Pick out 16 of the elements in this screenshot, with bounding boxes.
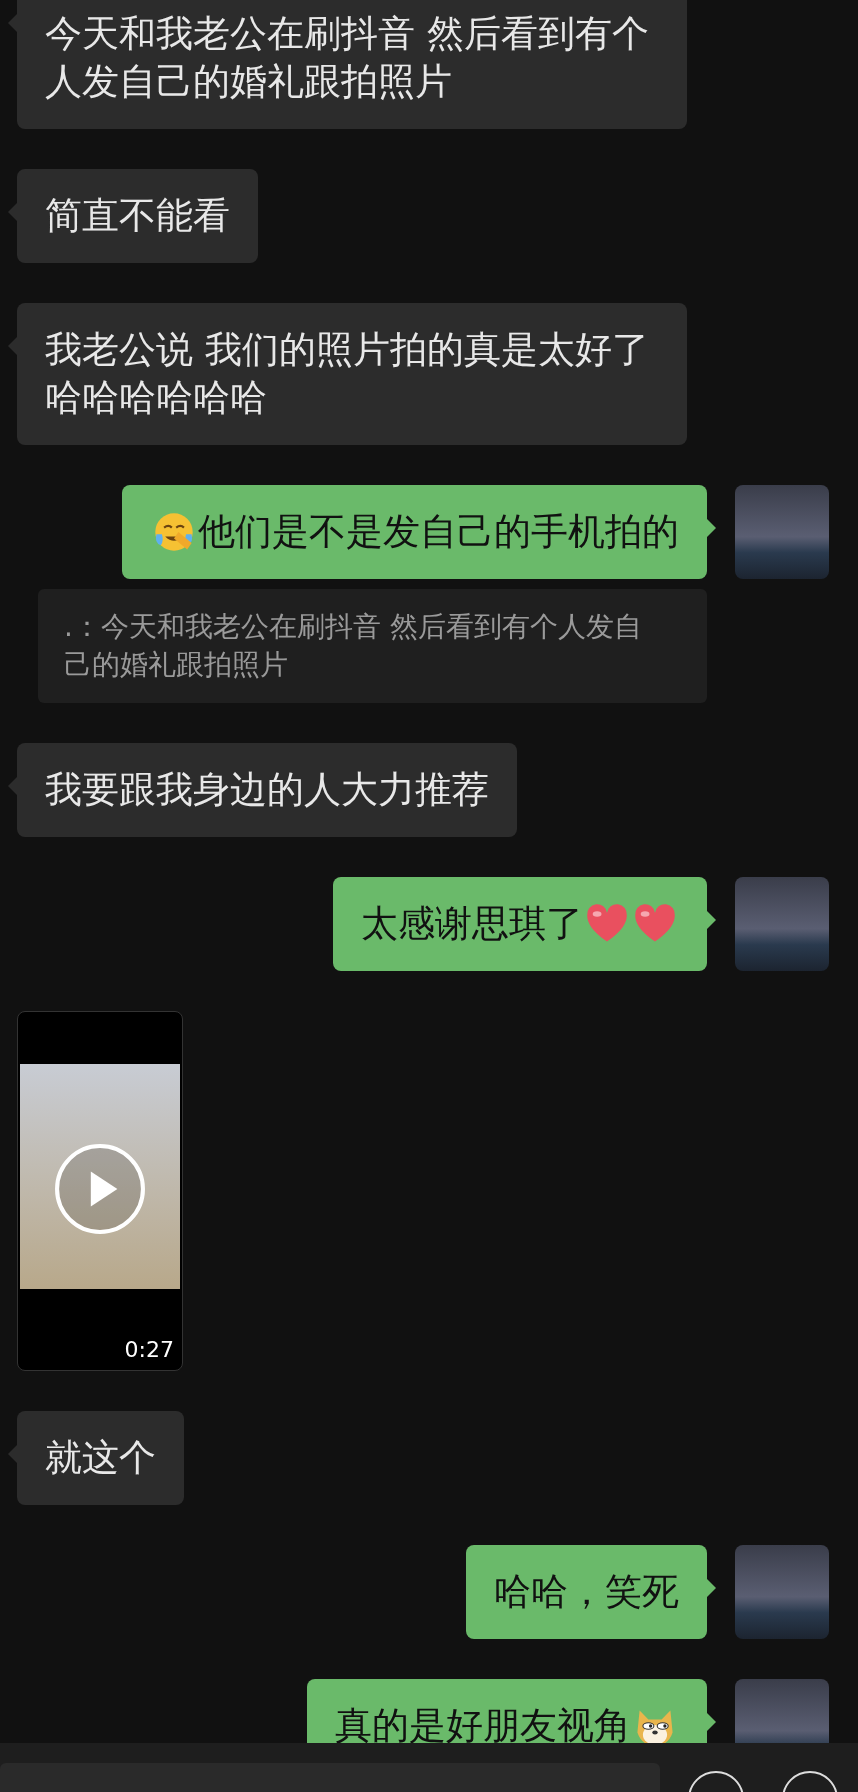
message-text: 太感谢思琪了 bbox=[361, 901, 583, 947]
message-text: 就这个 bbox=[45, 1435, 156, 1481]
message-text: 今天和我老公在刷抖音 然后看到有个人发自己的婚礼跟拍照片 bbox=[45, 11, 650, 105]
avatar-image[interactable] bbox=[735, 877, 829, 971]
play-icon bbox=[54, 1143, 146, 1235]
crying-laughing-face-icon bbox=[152, 510, 196, 554]
message-text: 哈哈，笑死 bbox=[494, 1569, 679, 1615]
message-text: 我老公说 我们的照片拍的真是太好了哈哈哈哈哈哈 bbox=[45, 327, 650, 421]
avatar-image[interactable] bbox=[735, 485, 829, 579]
message-text: 我要跟我身边的人大力推荐 bbox=[45, 767, 489, 813]
quoted-message[interactable]: .：今天和我老公在刷抖音 然后看到有个人发自己的婚礼跟拍照片 bbox=[38, 589, 707, 703]
message-text: 他们是不是发自己的手机拍的 bbox=[198, 509, 679, 555]
avatar-image[interactable] bbox=[735, 1545, 829, 1639]
message-text: 简直不能看 bbox=[45, 193, 230, 239]
video-duration: 0:27 bbox=[124, 1337, 174, 1362]
video-thumbnail[interactable]: 0:27 bbox=[17, 1011, 183, 1371]
